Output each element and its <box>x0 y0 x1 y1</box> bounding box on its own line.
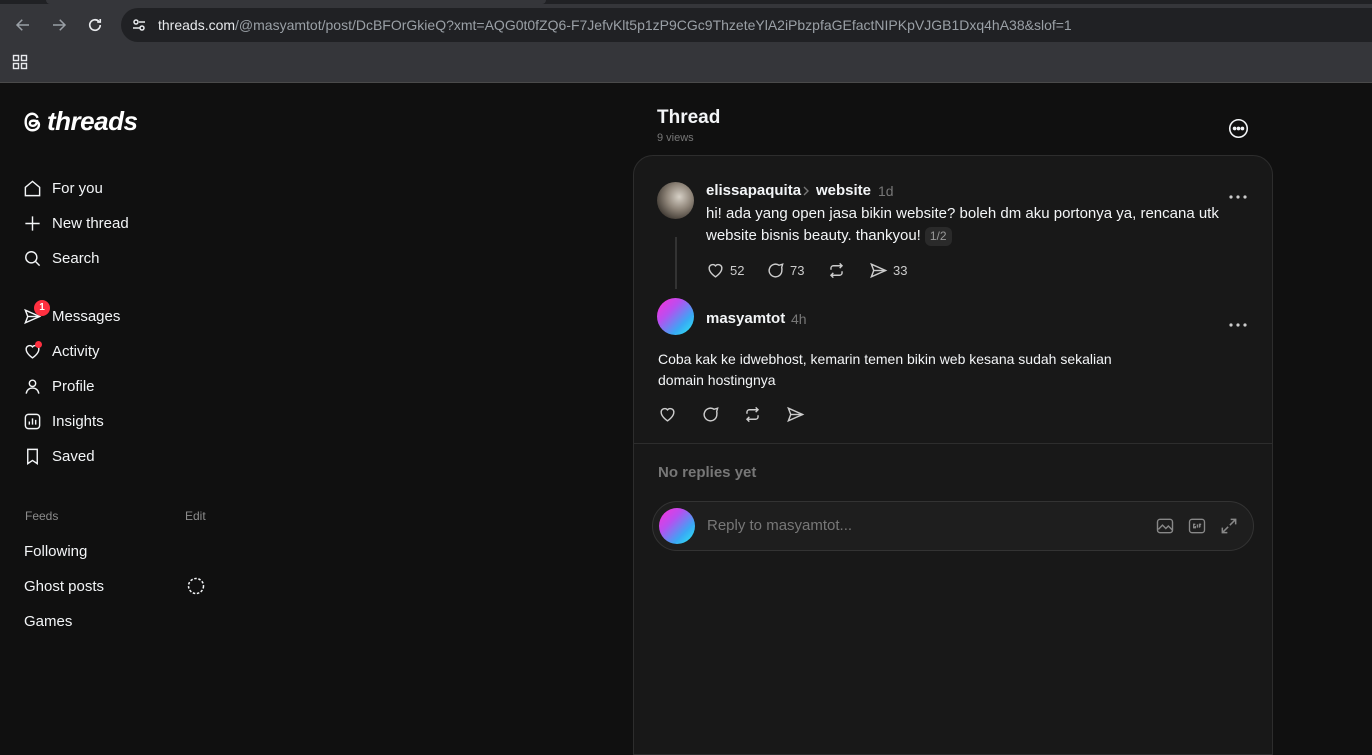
avatar[interactable] <box>657 298 694 335</box>
reply-placeholder[interactable]: Reply to masyamtot... <box>707 517 852 534</box>
person-icon <box>23 377 42 396</box>
tab-strip <box>0 0 1372 4</box>
url-host: threads.com <box>158 17 236 33</box>
repost-icon <box>829 262 844 279</box>
sidebar-item-label: Activity <box>52 342 100 360</box>
activity-dot <box>35 340 42 348</box>
avatar <box>659 508 695 544</box>
comment-icon <box>703 407 719 422</box>
sidebar-item-activity[interactable]: Activity <box>23 339 100 363</box>
sidebar-item-label: Profile <box>52 377 95 395</box>
post-username[interactable]: elissapaquita <box>706 182 801 199</box>
sidebar-item-label: New thread <box>52 214 129 232</box>
threads-logo[interactable]: threads <box>22 106 138 137</box>
insights-icon <box>23 412 42 431</box>
post-timestamp: 4h <box>791 311 807 327</box>
sidebar-item-saved[interactable]: Saved <box>23 444 95 468</box>
feed-item-games[interactable]: Games <box>24 613 72 630</box>
comment-count: 73 <box>790 263 805 278</box>
repost-button[interactable] <box>743 405 762 424</box>
post-text-line: domain hostingnya <box>658 372 776 388</box>
sidebar-item-label: For you <box>52 179 103 197</box>
feed-item-ghost-posts[interactable]: Ghost posts <box>24 578 104 595</box>
browser-toolbar: threads.com/@masyamtot/post/DcBFOrGkieQ?… <box>0 0 1372 83</box>
comment-button[interactable] <box>701 405 720 424</box>
share-button[interactable]: 33 <box>869 261 907 280</box>
sidebar-item-label: Search <box>52 249 100 267</box>
url-path: /@masyamtot/post/DcBFOrGkieQ?xmt=AQG0t0f… <box>235 17 1072 33</box>
repost-button[interactable] <box>827 261 846 280</box>
sidebar-item-label: Saved <box>52 447 95 465</box>
threads-wordmark: threads <box>47 106 138 136</box>
address-bar[interactable]: threads.com/@masyamtot/post/DcBFOrGkieQ?… <box>121 8 1372 42</box>
expand-icon[interactable] <box>1219 516 1239 536</box>
plus-icon <box>23 214 42 233</box>
views-count: 9 views <box>657 132 694 144</box>
post-body: Coba kak ke idwebhost, kemarin temen bik… <box>658 349 1112 391</box>
like-button[interactable]: 52 <box>706 261 744 280</box>
sidebar-item-messages[interactable]: 1 Messages <box>23 299 121 328</box>
active-tab[interactable] <box>46 0 546 4</box>
like-count: 52 <box>730 263 745 278</box>
apps-grid-icon[interactable] <box>12 54 28 70</box>
forward-icon[interactable] <box>46 12 72 38</box>
ghost-icon[interactable] <box>186 576 206 596</box>
chevron-right-icon <box>800 184 812 196</box>
feed-item-following[interactable]: Following <box>24 543 87 560</box>
messages-badge: 1 <box>34 299 50 316</box>
repost-icon <box>745 406 760 423</box>
send-icon: 1 <box>23 299 50 326</box>
heart-icon <box>660 407 675 422</box>
thread-pager[interactable]: 1/2 <box>924 227 952 246</box>
threads-at-icon <box>24 112 41 131</box>
sidebar-item-for-you[interactable]: For you <box>23 176 103 200</box>
share-count: 33 <box>893 263 908 278</box>
post-text-line: Coba kak ke idwebhost, kemarin temen bik… <box>658 351 1112 367</box>
search-icon <box>23 249 42 268</box>
feeds-heading: Feeds <box>25 509 59 523</box>
share-button[interactable] <box>786 405 805 424</box>
post-timestamp: 1d <box>878 183 894 199</box>
sidebar-item-new-thread[interactable]: New thread <box>23 211 129 235</box>
sidebar-item-insights[interactable]: Insights <box>23 409 104 433</box>
home-icon <box>23 179 42 198</box>
feeds-edit-link[interactable]: Edit <box>185 509 206 523</box>
avatar[interactable] <box>657 182 694 219</box>
bookmark-icon <box>23 447 42 466</box>
more-options-icon[interactable] <box>1228 118 1249 139</box>
heart-icon <box>23 340 42 361</box>
url-text[interactable]: threads.com/@masyamtot/post/DcBFOrGkieQ?… <box>158 17 1072 33</box>
post-text-line-2: website bisnis beauty. thankyou! 1/2 <box>706 225 1219 247</box>
comment-icon <box>768 263 784 278</box>
send-icon <box>870 262 888 279</box>
sidebar-item-search[interactable]: Search <box>23 246 100 270</box>
heart-icon <box>708 263 723 278</box>
post-body: hi! ada yang open jasa bikin website? bo… <box>706 203 1219 247</box>
back-icon[interactable] <box>10 12 36 38</box>
image-icon[interactable] <box>1155 516 1175 536</box>
sidebar-item-label: Insights <box>52 412 104 430</box>
post-topic-tag[interactable]: website <box>816 182 871 199</box>
sidebar-item-profile[interactable]: Profile <box>23 374 95 398</box>
page-title: Thread <box>657 107 721 128</box>
like-button[interactable] <box>658 405 677 424</box>
thread-connector-line <box>675 237 677 289</box>
post-more-icon[interactable] <box>1228 315 1248 327</box>
gif-icon[interactable] <box>1187 516 1207 536</box>
post-more-icon[interactable] <box>1228 187 1248 199</box>
post-username[interactable]: masyamtot <box>706 310 785 327</box>
site-settings-icon[interactable] <box>131 17 147 33</box>
no-replies-text: No replies yet <box>658 464 757 481</box>
reload-icon[interactable] <box>82 12 108 38</box>
divider <box>634 443 1272 444</box>
send-icon <box>787 406 805 423</box>
sidebar-item-label: Messages <box>52 307 121 325</box>
post-text-line: hi! ada yang open jasa bikin website? bo… <box>706 205 1219 222</box>
post-text-line: website bisnis beauty. thankyou! <box>706 227 921 244</box>
comment-button[interactable]: 73 <box>766 261 804 280</box>
